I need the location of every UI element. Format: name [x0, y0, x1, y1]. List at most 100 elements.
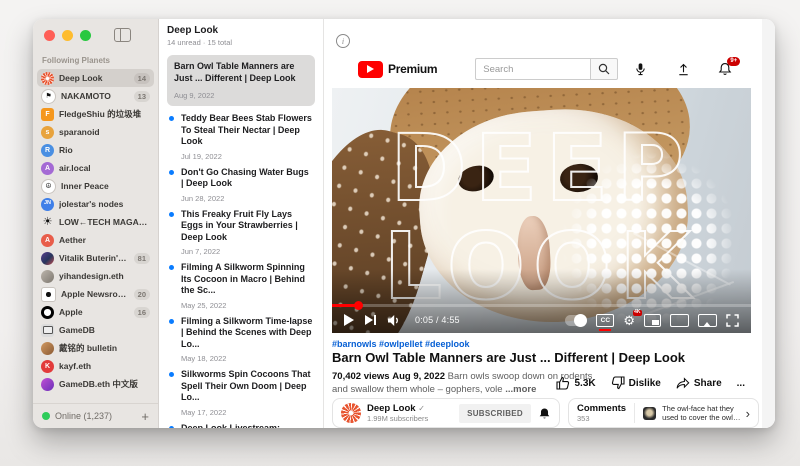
sidebar-item-yihandesign[interactable]: yihandesign.eth	[37, 267, 154, 285]
search-button[interactable]	[590, 58, 618, 80]
voice-search-button[interactable]	[634, 62, 647, 76]
feed-title: Deep Look	[167, 25, 317, 36]
sidebar-item-rio[interactable]: R Rio	[37, 141, 154, 159]
cast-button[interactable]	[698, 314, 717, 327]
sidebar-item-lowtech-magazine[interactable]: ☀ LOW←TECH MAGAZINE	[37, 213, 154, 231]
unread-dot-icon	[169, 265, 174, 270]
video-title: Barn Owl Table Manners are Just ... Diff…	[332, 350, 745, 365]
svg-text:DEEP: DEEP	[390, 115, 692, 222]
comments-card[interactable]: Comments 353 The owl-face hat they used …	[568, 398, 759, 428]
sidebar-item-jolestar[interactable]: JN jolestar's nodes	[37, 195, 154, 213]
close-window-button[interactable]	[44, 30, 55, 41]
video-hashtags[interactable]: #barnowls #owlpellet #deeplook	[332, 339, 470, 349]
share-icon	[676, 377, 690, 390]
verified-badge-icon: ✓	[418, 404, 425, 413]
article-list-item[interactable]: Teddy Bear Bees Stab Flowers To Steal Th…	[167, 108, 317, 161]
sidebar-item-sparanoid[interactable]: s sparanoid	[37, 123, 154, 141]
minimize-window-button[interactable]	[62, 30, 73, 41]
sidebar-item-kayf[interactable]: K kayf.eth	[37, 357, 154, 375]
thumbs-down-icon	[611, 376, 625, 390]
channel-notifications-bell-icon[interactable]	[538, 407, 551, 420]
article-list-item[interactable]: Silkworms Spin Cocoons That Spell Their …	[167, 364, 317, 417]
subscriber-count: 1.99M subscribers	[367, 414, 455, 423]
unread-dot-icon	[169, 170, 174, 175]
sidebar-item-air-local[interactable]: A air.local	[37, 159, 154, 177]
channel-name[interactable]: Deep Look	[367, 403, 416, 414]
like-button[interactable]: 5.3K	[556, 376, 595, 390]
zoom-window-button[interactable]	[80, 30, 91, 41]
video-player[interactable]: DEEP LOOK 0:05 / 4:55 CC ⚙4K	[332, 88, 751, 333]
article-list-item[interactable]: Don't Go Chasing Water Bugs | Deep Look …	[167, 162, 317, 203]
planet-avatar	[41, 72, 54, 85]
notification-count-badge: 9+	[727, 57, 740, 66]
planet-avatar: R	[41, 144, 54, 157]
sidebar-item-gamedb-cn[interactable]: GameDB.eth 中文版	[37, 375, 154, 393]
add-planet-button[interactable]: +	[141, 410, 149, 423]
sidebar-item-nakamoto[interactable]: ⚑ NAKAMOTO 13	[37, 87, 154, 105]
expand-comments-chevron-icon[interactable]: ›	[746, 406, 750, 421]
planet-avatar	[41, 342, 54, 355]
info-icon[interactable]: i	[336, 34, 350, 48]
play-button[interactable]	[344, 314, 354, 326]
article-list-item-selected[interactable]: Barn Owl Table Manners are Just ... Diff…	[167, 55, 315, 106]
unread-badge: 20	[134, 289, 150, 300]
video-actions: 5.3K Dislike Share ...	[556, 376, 745, 390]
fullscreen-button[interactable]	[726, 314, 739, 327]
article-content-panel: i Premium 9+	[324, 19, 775, 428]
sidebar-item-inner-peace[interactable]: ☮ Inner Peace	[37, 177, 154, 195]
show-more-link[interactable]: ...more	[505, 384, 536, 395]
unread-dot-icon	[169, 372, 174, 377]
publish-date: Aug 9, 2022	[392, 371, 445, 382]
youtube-premium-logo[interactable]: Premium	[358, 61, 437, 78]
more-actions-button[interactable]: ...	[737, 378, 745, 389]
sidebar-item-daiming-bulletin[interactable]: 戴铭的 bulletin	[37, 339, 154, 357]
subscribed-button[interactable]: SUBSCRIBED	[459, 404, 531, 423]
next-button[interactable]	[365, 315, 376, 325]
miniplayer-button[interactable]	[644, 314, 661, 327]
planet-avatar	[41, 252, 54, 265]
article-list-item[interactable]: Filming a Silkworm Time-lapse | Behind t…	[167, 311, 317, 364]
monitor-icon	[41, 324, 54, 337]
app-window: Following Planets Deep Look 14 ⚑ NAKAMOT…	[33, 19, 775, 428]
volume-icon[interactable]	[387, 314, 402, 327]
planet-avatar: s	[41, 126, 54, 139]
article-list-item[interactable]: Filming A Silkworm Spinning Its Cocoon i…	[167, 257, 317, 310]
sidebar-section-label: Following Planets	[42, 56, 158, 65]
planet-avatar	[41, 378, 54, 391]
share-button[interactable]: Share	[676, 377, 722, 390]
unread-dot-icon	[169, 116, 174, 121]
online-status-label: Online (1,237)	[55, 411, 136, 421]
search-input[interactable]	[475, 58, 590, 80]
comments-count: 353	[577, 414, 626, 423]
unread-dot-icon	[169, 426, 174, 429]
upload-button[interactable]	[677, 63, 690, 76]
top-comment-preview: The owl-face hat they used to cover the …	[662, 404, 742, 423]
sidebar-item-apple-newsroom[interactable]: Apple Newsroom 20	[37, 285, 154, 303]
unread-badge: 14	[134, 73, 150, 84]
quality-badge: 4K	[633, 310, 642, 316]
planet-avatar: F	[41, 108, 54, 121]
toggle-sidebar-icon[interactable]	[114, 28, 131, 42]
scrollbar-track[interactable]	[762, 19, 775, 428]
article-list-item[interactable]: Deep Look Livestream: Axolotls and Hummi…	[167, 418, 317, 429]
sidebar-item-deep-look[interactable]: Deep Look 14	[37, 69, 154, 87]
planet-avatar: ☮	[41, 179, 56, 194]
article-list-item[interactable]: This Freaky Fruit Fly Lays Eggs in Your …	[167, 204, 317, 257]
captions-button[interactable]: CC	[596, 314, 614, 327]
sidebar-item-fledgeshiu[interactable]: F FledgeShiu 的垃圾堆	[37, 105, 154, 123]
autoplay-toggle[interactable]	[565, 315, 587, 326]
unread-badge: 81	[134, 253, 150, 264]
channel-card: Deep Look ✓ 1.99M subscribers SUBSCRIBED	[332, 398, 560, 428]
sidebar-item-apple[interactable]: Apple 16	[37, 303, 154, 321]
planet-avatar: A	[41, 234, 54, 247]
sidebar-item-gamedb[interactable]: GameDB	[37, 321, 154, 339]
settings-gear-icon[interactable]: ⚙4K	[623, 314, 635, 327]
dislike-button[interactable]: Dislike	[611, 376, 661, 390]
channel-avatar[interactable]	[341, 403, 361, 423]
commenter-avatar	[643, 407, 656, 420]
planet-avatar	[41, 287, 56, 302]
notifications-button[interactable]: 9+	[718, 62, 732, 76]
sidebar-item-vitalik[interactable]: Vitalik Buterin's we... 81	[37, 249, 154, 267]
sidebar-item-aether[interactable]: A Aether	[37, 231, 154, 249]
theater-mode-button[interactable]	[670, 314, 689, 327]
